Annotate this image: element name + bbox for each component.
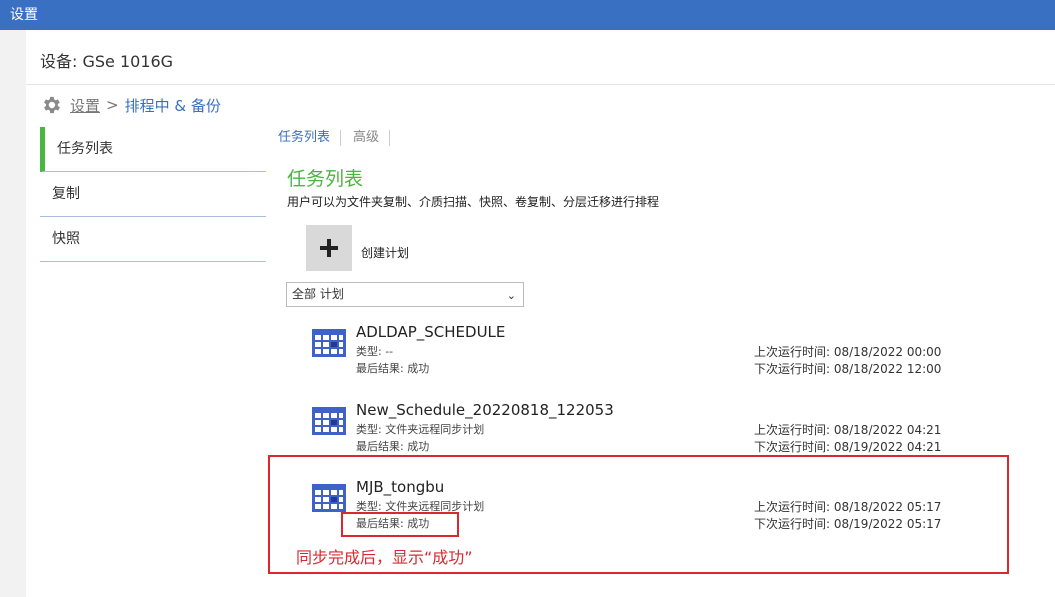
sidebar-item-label: 复制	[52, 186, 80, 202]
tab-task-list[interactable]: 任务列表	[278, 130, 342, 146]
gear-icon	[44, 96, 60, 114]
annotation-note: 同步完成后，显示“成功”	[296, 548, 473, 567]
sidebar-item-task-list[interactable]: 任务列表	[40, 127, 266, 172]
sidebar-item-label: 快照	[52, 231, 80, 247]
schedule-next-run: 下次运行时间: 08/18/2022 12:00	[754, 362, 942, 376]
tab-advanced[interactable]: 高级	[353, 130, 391, 146]
sidebar-item-snapshot[interactable]: 快照	[40, 217, 266, 262]
schedule-name: New_Schedule_20220818_122053	[356, 401, 614, 419]
sidebar: 任务列表 复制 快照	[40, 127, 266, 262]
device-title: 设备: GSe 1016G	[40, 52, 174, 71]
schedule-name: ADLDAP_SCHEDULE	[356, 323, 506, 341]
section-description: 用户可以为文件夹复制、介质扫描、快照、卷复制、分层迁移进行排程	[287, 195, 660, 209]
create-schedule-label[interactable]: 创建计划	[361, 244, 409, 261]
sidebar-item-label: 任务列表	[57, 141, 113, 157]
annotation-result-highlight	[341, 512, 459, 537]
schedule-type: 类型: 文件夹远程同步计划	[356, 423, 485, 436]
breadcrumb-separator: >	[106, 96, 119, 114]
breadcrumb: 设置 > 排程中 & 备份	[40, 94, 221, 116]
window-title: 设置	[10, 7, 38, 23]
plus-icon	[320, 239, 338, 257]
window-titlebar: 设置	[0, 0, 1055, 30]
breadcrumb-current: 排程中 & 备份	[124, 96, 221, 115]
schedule-last-result: 最后结果: 成功	[356, 362, 430, 375]
schedule-next-run: 下次运行时间: 08/19/2022 04:21	[754, 440, 942, 454]
schedule-filter-select[interactable]: 全部 计划 ⌄	[286, 282, 524, 307]
schedule-item[interactable]: New_Schedule_20220818_122053 类型: 文件夹远程同步…	[312, 401, 962, 461]
breadcrumb-settings-link[interactable]: 设置	[70, 95, 100, 116]
create-schedule-button[interactable]	[306, 225, 352, 271]
chevron-down-icon: ⌄	[506, 289, 516, 302]
schedule-type: 类型: --	[356, 345, 394, 358]
schedule-last-run: 上次运行时间: 08/18/2022 00:00	[754, 345, 942, 359]
filter-selected-value: 全部 计划	[292, 287, 344, 301]
tab-bar: 任务列表 高级	[278, 126, 1038, 150]
schedule-last-result: 最后结果: 成功	[356, 440, 430, 453]
main-content: 任务列表 高级 任务列表 用户可以为文件夹复制、介质扫描、快照、卷复制、分层迁移…	[278, 126, 1038, 531]
device-header: 设备: GSe 1016G	[26, 30, 1055, 85]
schedule-last-run: 上次运行时间: 08/18/2022 04:21	[754, 423, 942, 437]
sidebar-item-replication[interactable]: 复制	[40, 172, 266, 217]
calendar-icon	[312, 407, 346, 435]
section-title: 任务列表	[287, 168, 364, 190]
calendar-icon	[312, 329, 346, 357]
schedule-item[interactable]: ADLDAP_SCHEDULE 类型: -- 最后结果: 成功 上次运行时间: …	[312, 323, 962, 383]
